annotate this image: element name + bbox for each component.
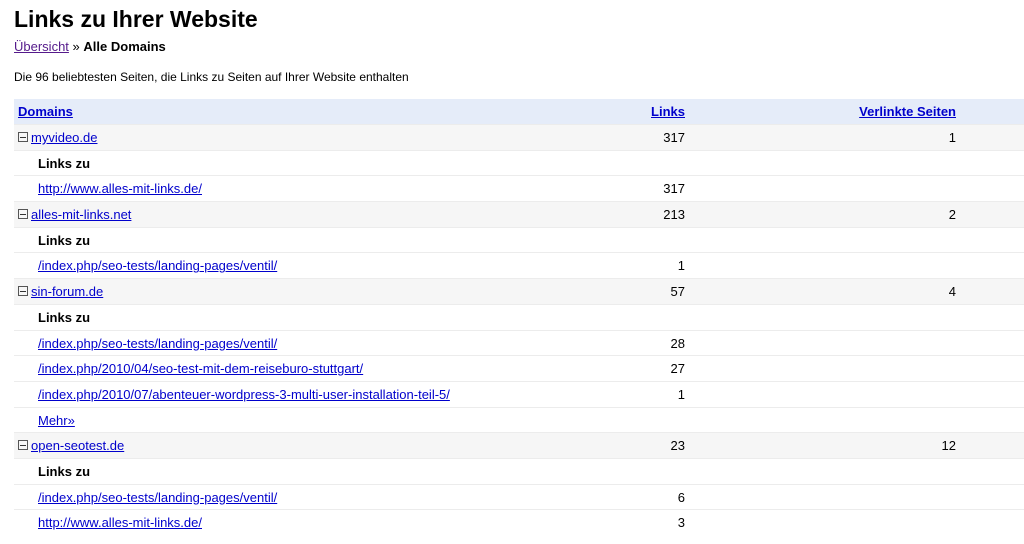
target-cell: /index.php/seo-tests/landing-pages/venti… bbox=[38, 485, 277, 510]
target-url-link[interactable]: http://www.alles-mit-links.de/ bbox=[38, 515, 202, 530]
breadcrumb-current: Alle Domains bbox=[83, 39, 166, 54]
links-to-label: Links zu bbox=[38, 232, 91, 248]
table-row: http://www.alles-mit-links.de/ 3 bbox=[14, 509, 1024, 535]
target-cell: /index.php/seo-tests/landing-pages/venti… bbox=[38, 253, 277, 278]
table-row: Mehr» bbox=[14, 406, 1024, 433]
target-url-link[interactable]: /index.php/2010/04/seo-test-mit-dem-reis… bbox=[38, 361, 363, 376]
sort-links-link[interactable]: Links bbox=[651, 104, 685, 119]
table-row: /index.php/seo-tests/landing-pages/venti… bbox=[14, 252, 1024, 279]
target-cell: /index.php/seo-tests/landing-pages/venti… bbox=[38, 331, 277, 356]
domain-cell: open-seotest.de bbox=[18, 433, 124, 458]
table-row: /index.php/seo-tests/landing-pages/venti… bbox=[14, 483, 1024, 510]
target-count: 317 bbox=[663, 181, 685, 197]
links-count: 57 bbox=[670, 284, 685, 300]
domains-table: Domains Links Verlinkte Seiten myvideo.d… bbox=[14, 99, 1024, 535]
links-to-label: Links zu bbox=[38, 155, 91, 171]
collapse-icon[interactable] bbox=[18, 209, 28, 220]
target-cell: /index.php/2010/07/abenteuer-wordpress-3… bbox=[38, 382, 450, 407]
breadcrumb-overview-link[interactable]: Übersicht bbox=[14, 39, 69, 54]
more-cell: Mehr» bbox=[38, 408, 75, 433]
breadcrumb-separator: » bbox=[72, 39, 80, 54]
more-link[interactable]: Mehr» bbox=[38, 413, 75, 428]
table-row: Links zu bbox=[14, 226, 1024, 253]
target-url-link[interactable]: /index.php/seo-tests/landing-pages/venti… bbox=[38, 490, 277, 505]
target-count: 27 bbox=[670, 361, 685, 377]
target-cell: http://www.alles-mit-links.de/ bbox=[38, 510, 202, 535]
target-url-link[interactable]: http://www.alles-mit-links.de/ bbox=[38, 181, 202, 196]
collapse-icon[interactable] bbox=[18, 440, 28, 451]
table-row: sin-forum.de 57 4 bbox=[14, 278, 1024, 304]
page-description: Die 96 beliebtesten Seiten, die Links zu… bbox=[14, 70, 409, 84]
pages-count: 2 bbox=[948, 207, 956, 223]
pages-count: 1 bbox=[948, 130, 956, 145]
target-count: 1 bbox=[677, 386, 685, 402]
target-cell: /index.php/2010/04/seo-test-mit-dem-reis… bbox=[38, 356, 363, 381]
target-count: 1 bbox=[677, 258, 685, 274]
table-row: open-seotest.de 23 12 bbox=[14, 432, 1024, 458]
domain-link[interactable]: sin-forum.de bbox=[31, 284, 103, 299]
target-count: 3 bbox=[677, 515, 685, 531]
domain-cell: alles-mit-links.net bbox=[18, 202, 131, 227]
header-links: Links bbox=[651, 99, 685, 124]
table-row: http://www.alles-mit-links.de/ 317 bbox=[14, 175, 1024, 202]
target-url-link[interactable]: /index.php/seo-tests/landing-pages/venti… bbox=[38, 336, 277, 351]
sort-domains-link[interactable]: Domains bbox=[18, 104, 73, 119]
table-row: Links zu bbox=[14, 457, 1024, 484]
sort-pages-link[interactable]: Verlinkte Seiten bbox=[859, 104, 956, 119]
pages-count: 4 bbox=[948, 284, 956, 300]
domain-link[interactable]: myvideo.de bbox=[31, 130, 97, 145]
header-domains: Domains bbox=[18, 99, 73, 124]
table-row: alles-mit-links.net 213 2 bbox=[14, 201, 1024, 227]
table-row: /index.php/2010/07/abenteuer-wordpress-3… bbox=[14, 380, 1024, 407]
collapse-icon[interactable] bbox=[18, 132, 28, 142]
target-count: 6 bbox=[677, 489, 685, 505]
table-row: /index.php/2010/04/seo-test-mit-dem-reis… bbox=[14, 355, 1024, 381]
domain-cell: sin-forum.de bbox=[18, 279, 103, 304]
domain-link[interactable]: open-seotest.de bbox=[31, 438, 124, 453]
page-title: Links zu Ihrer Website bbox=[14, 6, 258, 32]
links-to-label: Links zu bbox=[38, 309, 91, 325]
domain-cell: myvideo.de bbox=[18, 125, 97, 150]
collapse-icon[interactable] bbox=[18, 286, 28, 297]
target-url-link[interactable]: /index.php/2010/07/abenteuer-wordpress-3… bbox=[38, 387, 450, 402]
table-row: Links zu bbox=[14, 149, 1024, 176]
breadcrumb: Übersicht » Alle Domains bbox=[14, 39, 166, 54]
header-pages: Verlinkte Seiten bbox=[859, 99, 956, 124]
table-header: Domains Links Verlinkte Seiten bbox=[14, 99, 1024, 124]
links-count: 317 bbox=[663, 130, 685, 145]
target-url-link[interactable]: /index.php/seo-tests/landing-pages/venti… bbox=[38, 258, 277, 273]
links-to-label: Links zu bbox=[38, 463, 91, 479]
pages-count: 12 bbox=[941, 438, 956, 454]
target-cell: http://www.alles-mit-links.de/ bbox=[38, 176, 202, 201]
domain-link[interactable]: alles-mit-links.net bbox=[31, 207, 131, 222]
links-count: 23 bbox=[670, 438, 685, 454]
table-row: myvideo.de 317 1 bbox=[14, 124, 1024, 150]
table-row: Links zu bbox=[14, 303, 1024, 330]
target-count: 28 bbox=[670, 335, 685, 351]
links-count: 213 bbox=[663, 207, 685, 223]
table-row: /index.php/seo-tests/landing-pages/venti… bbox=[14, 329, 1024, 356]
